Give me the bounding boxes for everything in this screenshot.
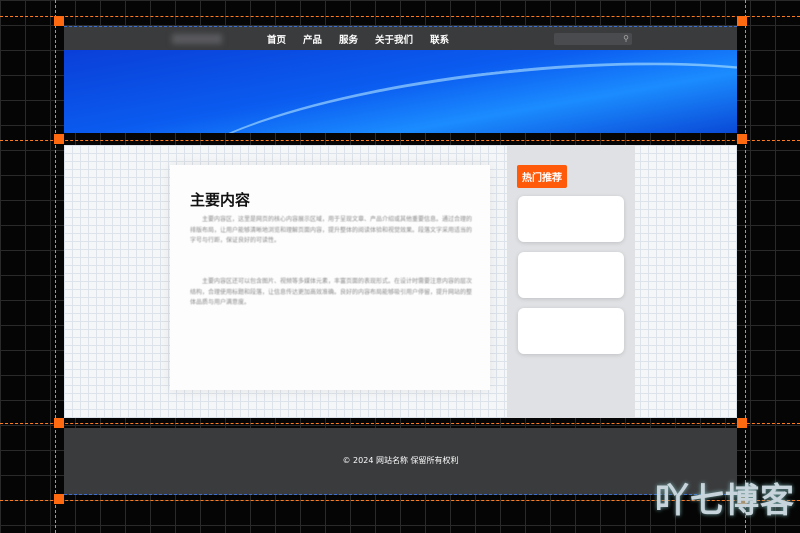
site-logo[interactable]: [172, 34, 222, 44]
main-title: 主要内容: [190, 191, 251, 209]
sidebar: 热门推荐: [507, 145, 635, 418]
copyright-text: © 2024 网站名称 保留所有权利: [342, 456, 459, 465]
nav-home[interactable]: 首页: [267, 32, 286, 46]
site-header: 首页 产品 服务 关于我们 联系 ⚲: [64, 26, 737, 50]
site-footer: © 2024 网站名称 保留所有权利: [64, 428, 737, 495]
watermark: 吖七博客: [655, 481, 795, 521]
hero-banner: [64, 50, 737, 133]
content-area: 主要内容 主要内容区，这里是网页的核心内容展示区域，用于呈现文章、产品介绍或其他…: [64, 145, 737, 418]
search-input[interactable]: ⚲: [554, 33, 632, 45]
nav-contact[interactable]: 联系: [430, 32, 449, 46]
main-content-card: 主要内容 主要内容区，这里是网页的核心内容展示区域，用于呈现文章、产品介绍或其他…: [170, 165, 490, 390]
recommend-card[interactable]: [518, 308, 624, 354]
main-nav: 首页 产品 服务 关于我们 联系: [267, 27, 449, 51]
hot-recommend-badge: 热门推荐: [517, 165, 567, 188]
paragraph: 主要内容区还可以包含图片、视频等多媒体元素，丰富页面的表现形式。在设计时需要注意…: [190, 278, 473, 306]
recommend-card[interactable]: [518, 196, 624, 242]
nav-about[interactable]: 关于我们: [375, 32, 413, 46]
recommend-card[interactable]: [518, 252, 624, 298]
nav-services[interactable]: 服务: [339, 32, 358, 46]
search-icon[interactable]: ⚲: [623, 34, 629, 43]
paragraph: 主要内容区，这里是网页的核心内容展示区域，用于呈现文章、产品介绍或其他重要信息。…: [190, 216, 473, 244]
nav-products[interactable]: 产品: [303, 32, 322, 46]
